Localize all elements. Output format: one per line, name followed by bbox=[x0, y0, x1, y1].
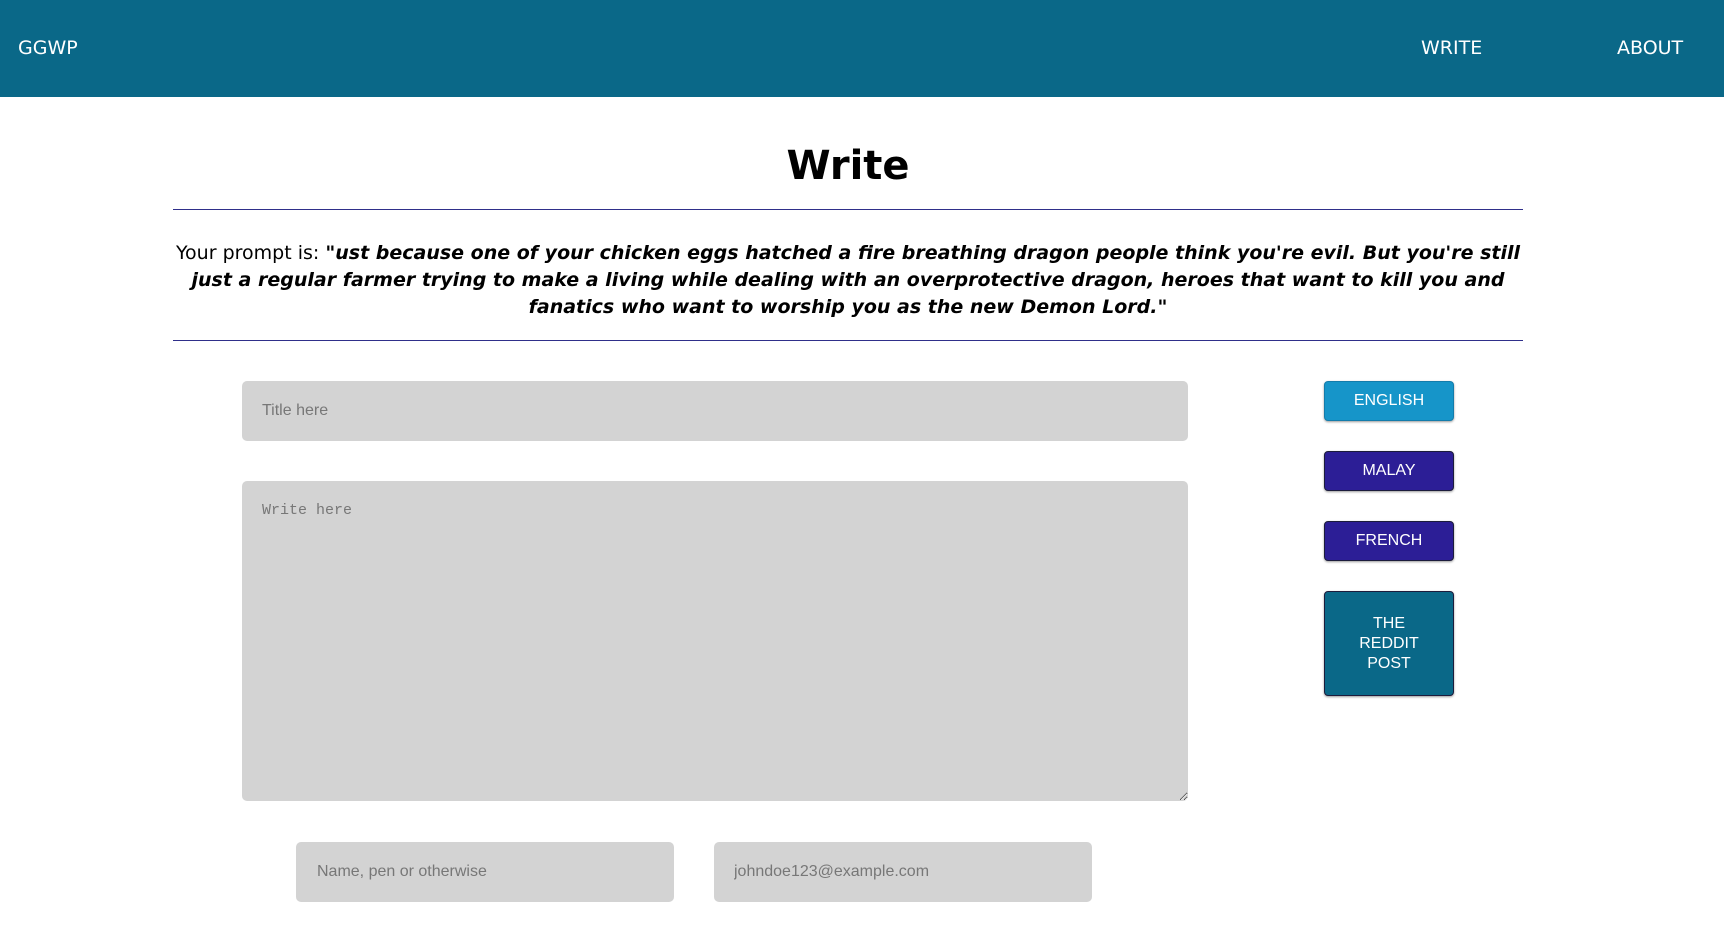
prompt-label: Your prompt is: bbox=[175, 242, 326, 264]
nav-link-about[interactable]: ABOUT bbox=[1617, 36, 1683, 60]
reddit-post-button[interactable]: THE REDDIT POST bbox=[1324, 591, 1454, 696]
nav-link-write[interactable]: WRITE bbox=[1421, 36, 1482, 60]
english-button[interactable]: ENGLISH bbox=[1324, 381, 1454, 421]
page-title: Write bbox=[786, 143, 910, 189]
brand-link[interactable]: GGWP bbox=[18, 36, 78, 60]
french-button[interactable]: FRENCH bbox=[1324, 521, 1454, 561]
email-input[interactable] bbox=[714, 842, 1092, 902]
divider-bottom bbox=[173, 340, 1523, 341]
divider-top bbox=[173, 209, 1523, 210]
title-input[interactable] bbox=[242, 381, 1188, 441]
prompt-block: Your prompt is: "ust because one of your… bbox=[173, 240, 1523, 321]
name-input[interactable] bbox=[296, 842, 674, 902]
prompt-text: "ust because one of your chicken eggs ha… bbox=[191, 242, 1521, 318]
story-textarea[interactable] bbox=[242, 481, 1188, 801]
navbar: GGWP WRITE ABOUT bbox=[0, 0, 1724, 97]
malay-button[interactable]: MALAY bbox=[1324, 451, 1454, 491]
